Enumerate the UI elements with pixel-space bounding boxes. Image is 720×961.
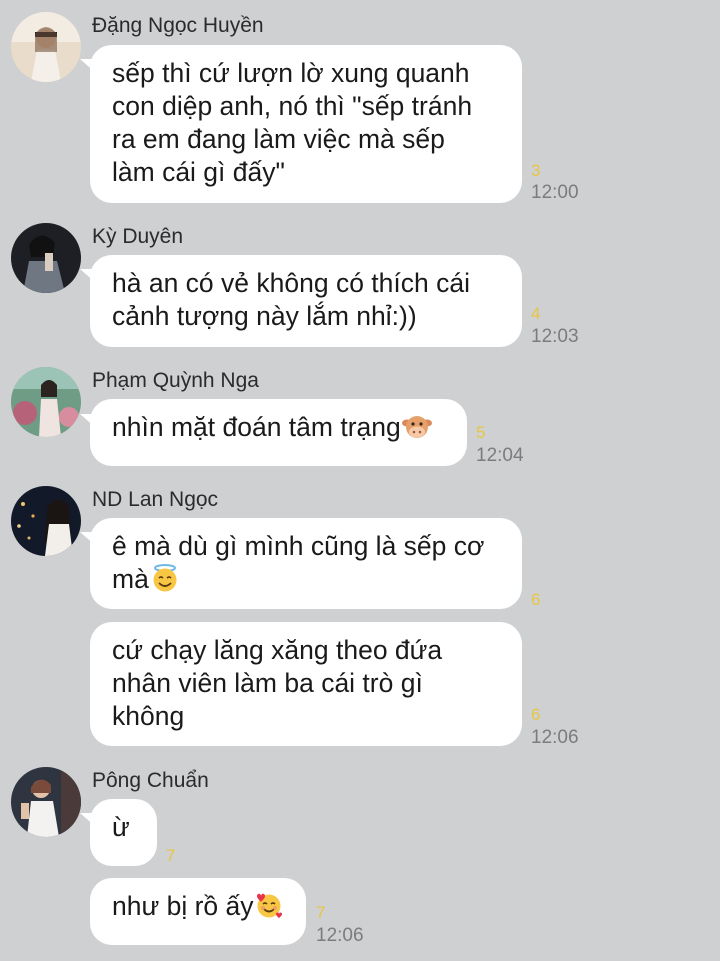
- message-line: mà: [112, 563, 500, 596]
- message-text: cảnh tượng này lắm nhỉ:)): [112, 301, 417, 331]
- read-count: 7: [316, 903, 326, 922]
- sender-name: Pông Chuẩn: [92, 769, 209, 792]
- message-bubble[interactable]: sếp thì cứ lượn lờ xung quanh con diệp a…: [90, 45, 522, 203]
- timestamp: 12:04: [476, 445, 524, 466]
- read-count: 7: [166, 846, 176, 865]
- avatar[interactable]: [11, 486, 81, 556]
- read-count: 4: [531, 304, 541, 323]
- message-text: nhân viên làm ba cái trò gì: [112, 668, 423, 698]
- sender-name: Kỳ Duyên: [92, 225, 184, 248]
- smiling-face-with-hearts-icon: [254, 890, 284, 920]
- message-text: hà an có vẻ không có thích cái: [112, 268, 470, 298]
- message-text: sếp thì cứ lượn lờ xung quanh: [112, 58, 470, 88]
- message-text: ê mà dù gì mình cũng là sếp cơ: [112, 531, 485, 561]
- message-text: ra em đang làm việc mà sếp: [112, 124, 445, 154]
- message-text: con diệp anh, nó thì "sếp tránh: [112, 91, 473, 121]
- timestamp: 12:00: [531, 182, 579, 203]
- timestamp: 12:06: [316, 925, 364, 946]
- timestamp: 12:03: [531, 326, 579, 347]
- message-text: như bị rồ ấy: [112, 891, 254, 921]
- cow-face-icon: [401, 411, 432, 441]
- sender-name: Phạm Quỳnh Nga: [92, 369, 259, 392]
- message-line: như bị rồ ấy: [112, 890, 284, 923]
- message-text: làm cái gì đấy": [112, 157, 285, 187]
- message-line: nhìn mặt đoán tâm trạng: [112, 411, 445, 444]
- sender-name: Đặng Ngọc Huyền: [92, 14, 264, 37]
- read-count: 6: [531, 590, 541, 609]
- message-text: ừ: [112, 812, 130, 842]
- read-count: 3: [531, 161, 541, 180]
- message-bubble[interactable]: ừ: [90, 799, 157, 866]
- message-bubble[interactable]: nhìn mặt đoán tâm trạng: [90, 399, 467, 466]
- message-bubble[interactable]: hà an có vẻ không có thích cái cảnh tượn…: [90, 255, 522, 347]
- message-text: không: [112, 701, 185, 731]
- message-text: cứ chạy lăng xăng theo đứa: [112, 635, 443, 665]
- message-bubble[interactable]: như bị rồ ấy: [90, 878, 306, 945]
- avatar[interactable]: [11, 223, 81, 293]
- message-text: nhìn mặt đoán tâm trạng: [112, 412, 401, 442]
- message-bubble[interactable]: ê mà dù gì mình cũng là sếp cơ mà: [90, 518, 522, 609]
- avatar[interactable]: [11, 12, 81, 82]
- message-text: mà: [112, 564, 149, 594]
- read-count: 5: [476, 423, 486, 442]
- avatar[interactable]: [11, 767, 81, 837]
- sender-name: ND Lan Ngọc: [92, 488, 219, 511]
- message-bubble[interactable]: cứ chạy lăng xăng theo đứa nhân viên làm…: [90, 622, 522, 746]
- read-count: 6: [531, 705, 541, 724]
- avatar[interactable]: [11, 367, 81, 437]
- smiling-face-with-halo-icon: [150, 563, 180, 593]
- timestamp: 12:06: [531, 727, 579, 748]
